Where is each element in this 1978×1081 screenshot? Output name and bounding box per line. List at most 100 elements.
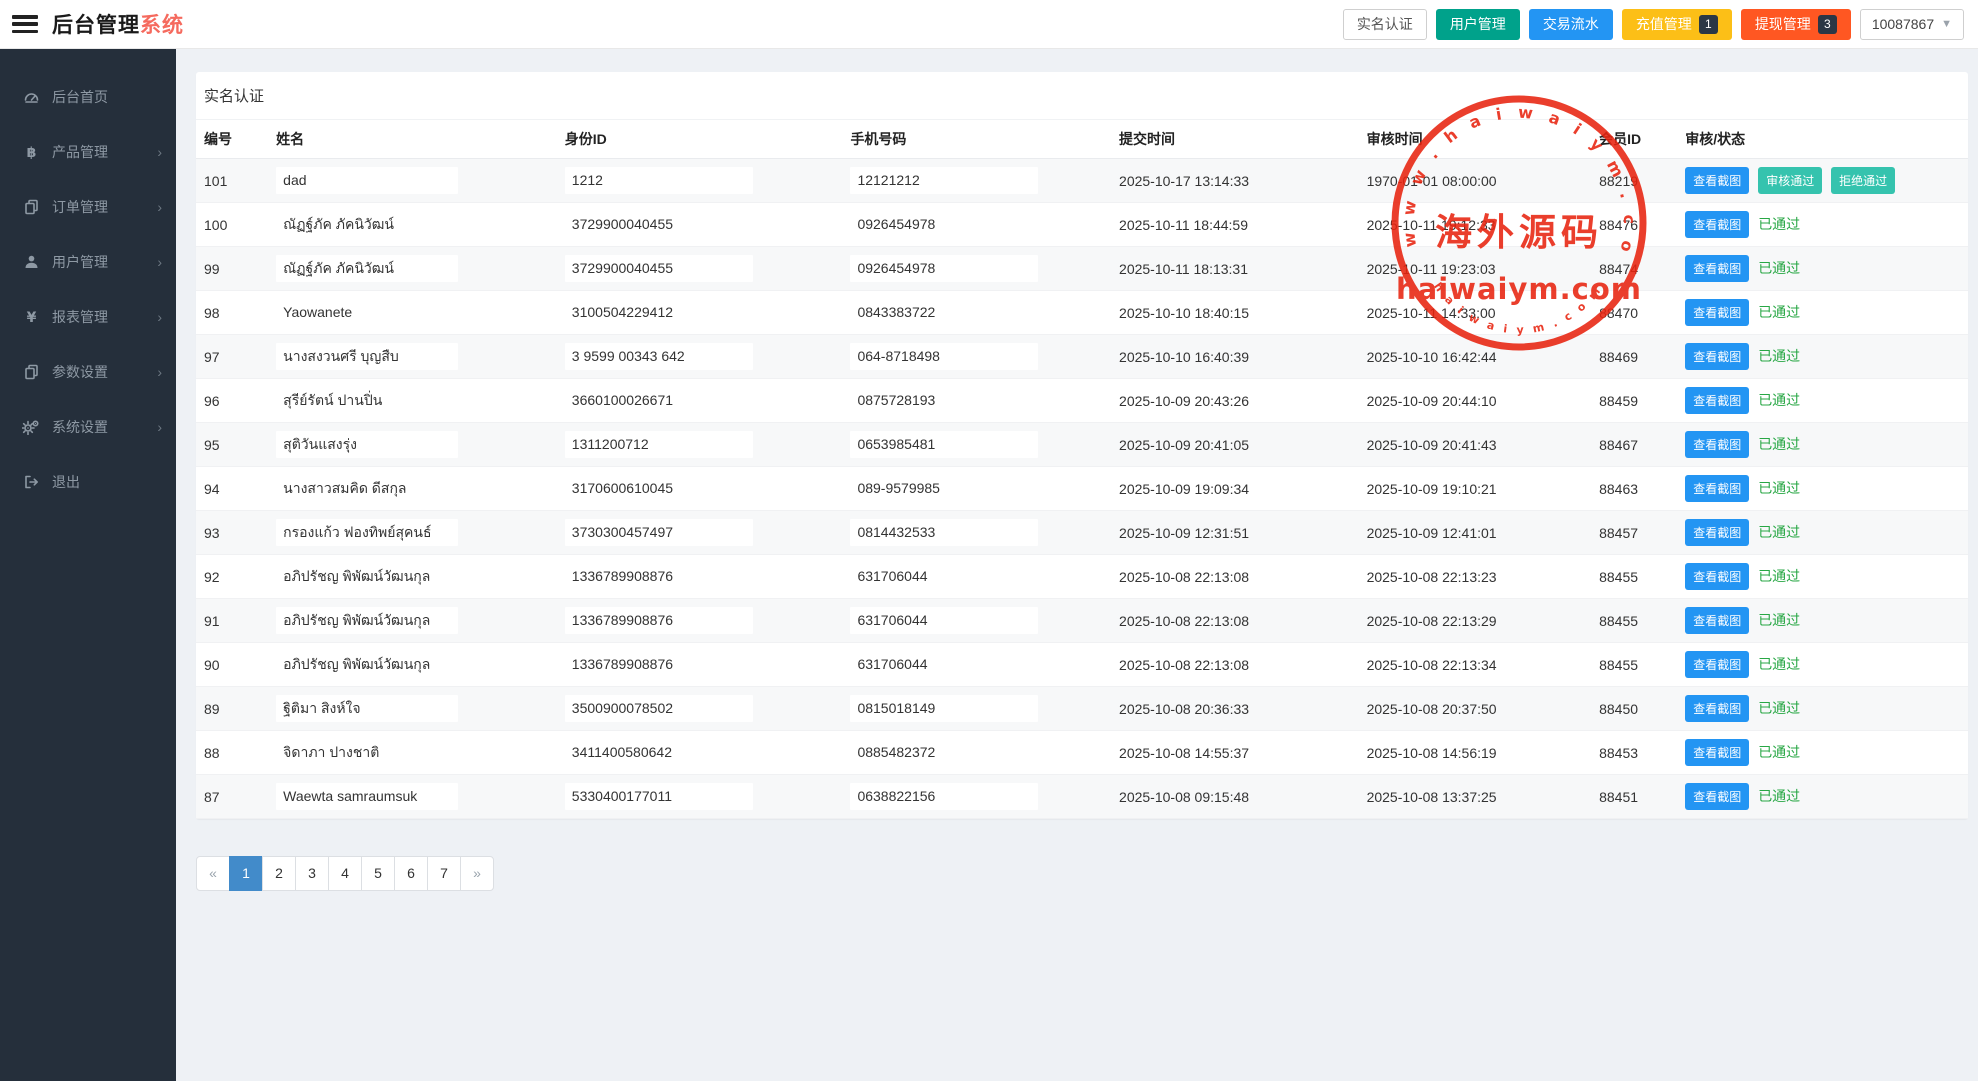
pagination-page-7-link[interactable]: 7 (427, 856, 461, 891)
phone-field[interactable]: 089-9579985 (850, 475, 1038, 502)
user-id-label: 10087867 (1872, 16, 1934, 32)
sidebar-item-parameters[interactable]: 参数设置 › (0, 344, 176, 399)
phone-field[interactable]: 0875728193 (850, 387, 1038, 414)
id-card-field[interactable]: 1336789908876 (565, 651, 753, 678)
view-screenshot-button[interactable]: 查看截图 (1685, 695, 1749, 722)
name-field[interactable]: dad (276, 167, 458, 194)
pagination-prev-link[interactable]: « (196, 856, 230, 891)
id-card-field[interactable]: 1336789908876 (565, 563, 753, 590)
id-card-field[interactable]: 3729900040455 (565, 211, 753, 238)
view-screenshot-button[interactable]: 查看截图 (1685, 343, 1749, 370)
pagination-page-1-link[interactable]: 1 (229, 856, 263, 891)
name-field[interactable]: กรองแก้ว ฟองทิพย์สุคนธ์ (276, 519, 458, 546)
phone-field[interactable]: 0926454978 (850, 255, 1038, 282)
row-no: 94 (196, 467, 268, 511)
view-screenshot-button[interactable]: 查看截图 (1685, 299, 1749, 326)
view-screenshot-button[interactable]: 查看截图 (1685, 211, 1749, 238)
name-field[interactable]: อภิปรัชญ พิพัฒน์วัฒนกุล (276, 651, 458, 678)
name-field[interactable]: Waewta samraumsuk (276, 783, 458, 810)
name-field[interactable]: Yaowanete (276, 299, 458, 326)
phone-field[interactable]: 0843383722 (850, 299, 1038, 326)
pagination-page-4-link[interactable]: 4 (328, 856, 362, 891)
view-screenshot-button[interactable]: 查看截图 (1685, 739, 1749, 766)
id-card-field[interactable]: 1212 (565, 167, 753, 194)
id-card-field[interactable]: 3730300457497 (565, 519, 753, 546)
name-field[interactable]: สุรีย์รัตน์ ปานปิ่น (276, 387, 458, 414)
navbar-actions: 实名认证 用户管理 交易流水 充值管理 1 提现管理 3 10087867 ▼ (1343, 9, 1978, 40)
name-field[interactable]: ฐิติมา สิงห์ใจ (276, 695, 458, 722)
nav-button-user-management[interactable]: 用户管理 (1436, 9, 1520, 40)
name-field[interactable]: อภิปรัชญ พิพัฒน์วัฒนกุล (276, 563, 458, 590)
view-screenshot-button[interactable]: 查看截图 (1685, 783, 1749, 810)
id-card-field[interactable]: 3100504229412 (565, 299, 753, 326)
phone-field[interactable]: 0815018149 (850, 695, 1038, 722)
view-screenshot-button[interactable]: 查看截图 (1685, 475, 1749, 502)
menu-toggle-icon[interactable] (12, 15, 38, 33)
sidebar-item-dashboard[interactable]: 后台首页 › (0, 69, 176, 124)
pagination-page-2-link[interactable]: 2 (262, 856, 296, 891)
view-screenshot-button[interactable]: 查看截图 (1685, 431, 1749, 458)
nav-button-transaction-flow[interactable]: 交易流水 (1529, 9, 1613, 40)
submit-time: 2025-10-10 18:40:15 (1111, 291, 1359, 335)
phone-field[interactable]: 0885482372 (850, 739, 1038, 766)
phone-field[interactable]: 0926454978 (850, 211, 1038, 238)
id-card-field[interactable]: 3170600610045 (565, 475, 753, 502)
name-field[interactable]: อภิปรัชญ พิพัฒน์วัฒนกุล (276, 607, 458, 634)
phone-field[interactable]: 631706044 (850, 651, 1038, 678)
reject-button[interactable]: 拒绝通过 (1831, 167, 1895, 194)
col-header-name: 姓名 (268, 120, 557, 159)
view-screenshot-button[interactable]: 查看截图 (1685, 651, 1749, 678)
name-field[interactable]: นางสาวสมคิด ดีสกุล (276, 475, 458, 502)
review-time: 2025-10-09 19:10:21 (1359, 467, 1592, 511)
col-header-id: 身份ID (557, 120, 843, 159)
phone-field[interactable]: 631706044 (850, 607, 1038, 634)
id-card-field[interactable]: 1311200712 (565, 431, 753, 458)
id-card-field[interactable]: 3500900078502 (565, 695, 753, 722)
sidebar-item-users[interactable]: 用户管理 › (0, 234, 176, 289)
nav-button-recharge-management[interactable]: 充值管理 1 (1622, 9, 1732, 40)
id-card-field[interactable]: 3660100026671 (565, 387, 753, 414)
view-screenshot-button[interactable]: 查看截图 (1685, 167, 1749, 194)
phone-field[interactable]: 0653985481 (850, 431, 1038, 458)
passed-status: 已通过 (1758, 304, 1800, 320)
sidebar-item-logout[interactable]: 退出 › (0, 454, 176, 509)
id-card-field[interactable]: 3 9599 00343 642 (565, 343, 753, 370)
pagination-page-5-link[interactable]: 5 (361, 856, 395, 891)
submit-time: 2025-10-09 20:43:26 (1111, 379, 1359, 423)
id-card-field[interactable]: 3411400580642 (565, 739, 753, 766)
view-screenshot-button[interactable]: 查看截图 (1685, 607, 1749, 634)
approve-button[interactable]: 审核通过 (1758, 167, 1822, 194)
user-menu-button[interactable]: 10087867 ▼ (1860, 9, 1964, 40)
nav-button-realname-auth[interactable]: 实名认证 (1343, 9, 1427, 40)
phone-field[interactable]: 12121212 (850, 167, 1038, 194)
view-screenshot-button[interactable]: 查看截图 (1685, 255, 1749, 282)
id-card-field[interactable]: 5330400177011 (565, 783, 753, 810)
sidebar-item-orders[interactable]: 订单管理 › (0, 179, 176, 234)
pagination-page-3-link[interactable]: 3 (295, 856, 329, 891)
view-screenshot-button[interactable]: 查看截图 (1685, 563, 1749, 590)
phone-field[interactable]: 064-8718498 (850, 343, 1038, 370)
app-title-black: 后台管理 (52, 14, 140, 37)
view-screenshot-button[interactable]: 查看截图 (1685, 519, 1749, 546)
phone-field[interactable]: 0814432533 (850, 519, 1038, 546)
realname-auth-table: 编号 姓名 身份ID 手机号码 提交时间 审核时间 会员ID 审核/状态 101… (196, 120, 1968, 819)
bitcoin-icon: ฿ (21, 144, 41, 160)
phone-field[interactable]: 631706044 (850, 563, 1038, 590)
name-field[interactable]: จิดาภา ปางชาติ (276, 739, 458, 766)
pagination-page-6-link[interactable]: 6 (394, 856, 428, 891)
view-screenshot-button[interactable]: 查看截图 (1685, 387, 1749, 414)
name-field[interactable]: สุติวันแสงรุ่ง (276, 431, 458, 458)
sidebar-item-system-settings[interactable]: 系统设置 › (0, 399, 176, 454)
name-field[interactable]: ณัฏฐ์ภัค ภัคนิวัฒน์ (276, 211, 458, 238)
name-field[interactable]: นางสงวนศรี บุญสืบ (276, 343, 458, 370)
passed-status: 已通过 (1758, 480, 1800, 496)
name-field[interactable]: ณัฏฐ์ภัค ภัคนิวัฒน์ (276, 255, 458, 282)
nav-button-withdraw-management[interactable]: 提现管理 3 (1741, 9, 1851, 40)
pagination-next-link[interactable]: » (460, 856, 494, 891)
id-card-field[interactable]: 3729900040455 (565, 255, 753, 282)
phone-field[interactable]: 0638822156 (850, 783, 1038, 810)
sidebar-item-reports[interactable]: ¥ 报表管理 › (0, 289, 176, 344)
sidebar-item-products[interactable]: ฿ 产品管理 › (0, 124, 176, 179)
chevron-right-icon: › (157, 364, 162, 380)
id-card-field[interactable]: 1336789908876 (565, 607, 753, 634)
